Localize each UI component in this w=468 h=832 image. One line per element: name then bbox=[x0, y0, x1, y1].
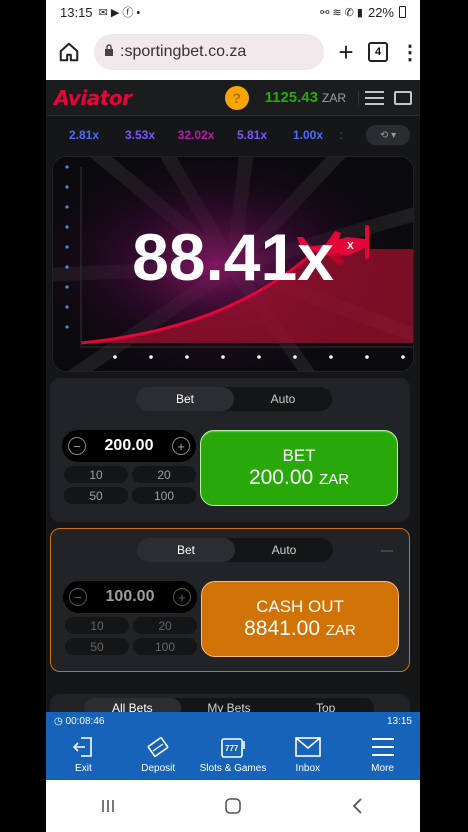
history-more-dots: : bbox=[339, 128, 343, 142]
tab-bet[interactable]: Bet bbox=[137, 538, 235, 562]
history-icon: ⟲ bbox=[379, 129, 389, 141]
cash-out-label: CASH OUT bbox=[256, 597, 344, 616]
tab-bet[interactable]: Bet bbox=[136, 387, 234, 411]
game-header: Aviator ? 1125.43 ZAR bbox=[46, 80, 420, 116]
game-stage: X 88.41x bbox=[52, 156, 414, 372]
bet-panel-1: Bet Auto − 200.00 + 10 20 50 100 BET 200… bbox=[50, 378, 410, 522]
nav-more[interactable]: More bbox=[348, 735, 418, 774]
multiplier-history: 2.81x 3.53x 32.02x 5.81x 1.00x : ⟲ ▾ bbox=[46, 116, 420, 154]
quick-amount-button[interactable]: 100 bbox=[132, 487, 196, 504]
right-border bbox=[422, 0, 468, 832]
history-multiplier: 3.53x bbox=[124, 128, 156, 142]
home-button-icon[interactable] bbox=[221, 796, 245, 816]
envelope-icon bbox=[294, 735, 321, 759]
plus-icon[interactable]: + bbox=[172, 437, 190, 455]
bet-button-amount: 200.00 bbox=[248, 466, 314, 489]
hamburger-menu-icon[interactable] bbox=[358, 90, 384, 105]
left-border bbox=[0, 0, 46, 832]
bet-amount-stepper: − 100.00 + bbox=[63, 581, 197, 613]
site-bottom-nav: ◷ 00:08:46 13:15 Exit Deposit 777 Slots … bbox=[46, 712, 420, 780]
current-multiplier: 88.41x bbox=[132, 220, 334, 294]
home-icon[interactable] bbox=[56, 39, 82, 65]
phone-screen: 13:15 ✉ ▶ ⓕ • ⚯ ≋ ✆ ▮ 22% :sportingbet.c… bbox=[46, 0, 420, 832]
bet-button-currency: ZAR bbox=[319, 471, 350, 488]
clock-icon: ◷ bbox=[54, 715, 63, 727]
tab-auto[interactable]: Auto bbox=[234, 387, 332, 411]
slot-machine-icon: 777 bbox=[220, 735, 246, 759]
nav-slots-games[interactable]: 777 Slots & Games bbox=[198, 735, 268, 774]
bet-panel-2: Bet Auto − 100.00 + 10 20 50 100 CASH OU… bbox=[50, 528, 410, 672]
bet-mode-switch: Bet Auto bbox=[136, 387, 332, 411]
history-toggle-button[interactable]: ⟲ ▾ bbox=[366, 125, 410, 145]
quick-amount-button[interactable]: 10 bbox=[65, 617, 129, 634]
battery-icon bbox=[399, 6, 406, 18]
status-time: 13:15 bbox=[60, 4, 93, 20]
nav-inbox[interactable]: Inbox bbox=[273, 735, 343, 774]
history-multiplier: 32.02x bbox=[177, 128, 215, 142]
history-multiplier: 1.00x bbox=[292, 128, 324, 142]
minus-icon[interactable]: − bbox=[69, 588, 87, 606]
browser-toolbar: :sportingbet.co.za + 4 ⋮ bbox=[46, 24, 420, 80]
bet-button[interactable]: BET 200.00 ZAR bbox=[200, 430, 398, 506]
cash-out-button[interactable]: CASH OUT 8841.00 ZAR bbox=[201, 581, 399, 657]
url-text: :sportingbet.co.za bbox=[120, 43, 247, 60]
bet-amount-input[interactable]: 100.00 bbox=[106, 588, 155, 606]
aviator-logo: Aviator bbox=[54, 85, 132, 110]
address-bar[interactable]: :sportingbet.co.za bbox=[94, 34, 324, 70]
battery-level: 22% bbox=[367, 4, 394, 20]
quick-amount-button[interactable]: 50 bbox=[64, 487, 128, 504]
history-multiplier: 2.81x bbox=[68, 128, 100, 142]
dropdown-icon: ▾ bbox=[391, 129, 397, 141]
svg-text:777: 777 bbox=[225, 744, 239, 753]
quick-amounts: 10 20 50 100 bbox=[65, 617, 197, 655]
tab-auto[interactable]: Auto bbox=[235, 538, 333, 562]
quick-amount-button[interactable]: 50 bbox=[65, 638, 129, 655]
tab-switcher-button[interactable]: 4 bbox=[368, 42, 388, 62]
minus-icon[interactable]: − bbox=[68, 437, 86, 455]
plus-icon[interactable]: + bbox=[173, 588, 191, 606]
cash-out-amount: 8841.00 bbox=[244, 617, 321, 640]
deposit-icon bbox=[145, 735, 171, 759]
help-icon[interactable]: ? bbox=[224, 85, 249, 110]
bet-amount-stepper: − 200.00 + bbox=[62, 430, 196, 462]
balance-currency: ZAR bbox=[322, 90, 346, 105]
back-icon[interactable] bbox=[346, 796, 370, 816]
quick-amount-button[interactable]: 20 bbox=[133, 617, 197, 634]
menu-icon bbox=[370, 735, 396, 759]
bet-button-label: BET bbox=[282, 446, 316, 465]
bet-amount-input[interactable]: 200.00 bbox=[105, 437, 154, 455]
session-timer: ◷ 00:08:46 bbox=[54, 715, 105, 727]
nav-clock: 13:15 bbox=[386, 715, 412, 727]
quick-amounts: 10 20 50 100 bbox=[64, 466, 196, 504]
android-nav-bar bbox=[46, 780, 420, 832]
quick-amount-button[interactable]: 20 bbox=[132, 466, 196, 483]
status-bar: 13:15 ✉ ▶ ⓕ • ⚯ ≋ ✆ ▮ 22% bbox=[46, 0, 420, 24]
signal-icons: ⚯ ≋ ✆ ▮ bbox=[320, 6, 363, 19]
chat-icon[interactable] bbox=[394, 90, 412, 105]
new-tab-icon[interactable]: + bbox=[336, 37, 356, 68]
cash-out-currency: ZAR bbox=[325, 622, 356, 639]
recent-apps-icon[interactable] bbox=[96, 796, 120, 816]
nav-exit[interactable]: Exit bbox=[48, 735, 118, 774]
bet-mode-switch: Bet Auto bbox=[137, 538, 333, 562]
lock-icon bbox=[104, 43, 114, 61]
notification-icons: ✉ ▶ ⓕ • bbox=[98, 7, 141, 19]
history-multiplier: 5.81x bbox=[236, 128, 268, 142]
nav-deposit[interactable]: Deposit bbox=[123, 735, 193, 774]
remove-panel-icon[interactable] bbox=[381, 550, 393, 552]
quick-amount-button[interactable]: 100 bbox=[133, 638, 197, 655]
quick-amount-button[interactable]: 10 bbox=[64, 466, 128, 483]
exit-icon bbox=[70, 735, 96, 759]
balance-amount: 1125.43 bbox=[264, 89, 318, 106]
browser-menu-icon[interactable]: ⋮ bbox=[400, 40, 420, 65]
